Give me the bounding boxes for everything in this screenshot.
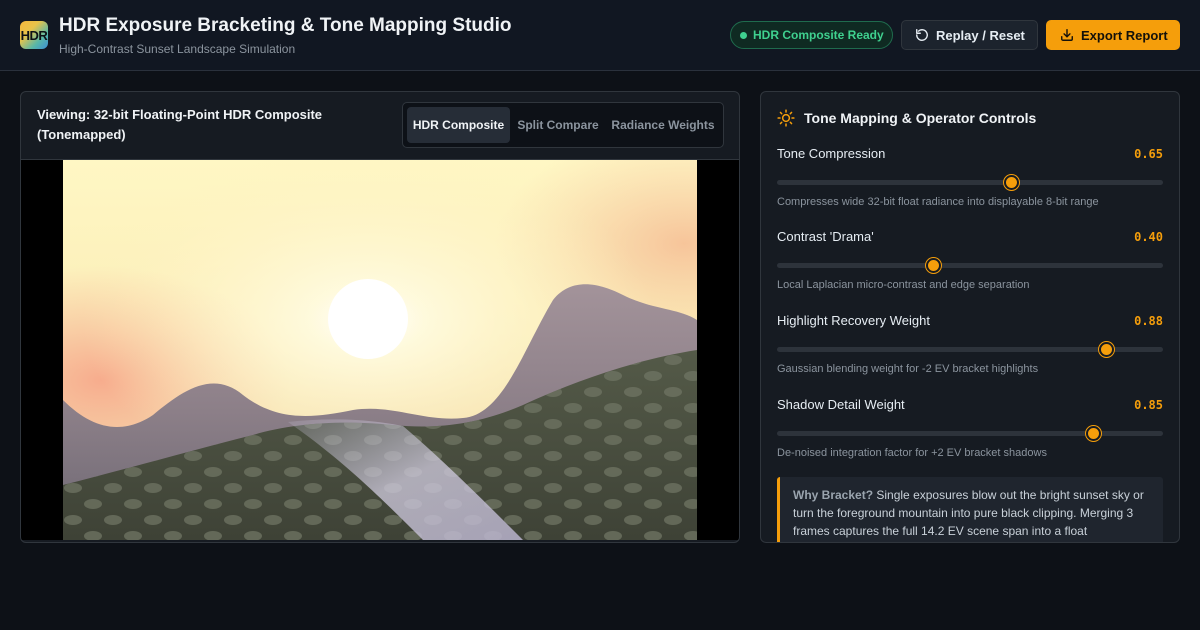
shadow-detail-desc: De-noised integration factor for +2 EV b… <box>777 447 1047 459</box>
highlight-recovery-label: Highlight Recovery Weight <box>777 313 930 328</box>
export-report-button[interactable]: Export Report <box>1046 20 1180 50</box>
rotate-ccw-icon <box>916 29 928 41</box>
contrast-drama-slider[interactable] <box>777 258 1163 273</box>
shadow-detail-value: 0.85 <box>1134 398 1163 412</box>
shadow-detail-control: Shadow Detail Weight 0.85 De-noised inte… <box>777 397 1163 467</box>
controls-header: Tone Mapping & Operator Controls <box>777 109 1036 127</box>
shadow-detail-thumb[interactable] <box>1085 426 1101 441</box>
status-badge: HDR Composite Ready <box>730 21 893 49</box>
export-label: Export Report <box>1081 27 1168 43</box>
why-bracket-info: Why Bracket? Single exposures blow out t… <box>777 477 1163 542</box>
contrast-drama-label: Contrast 'Drama' <box>777 229 874 244</box>
image-stage <box>21 159 739 540</box>
highlight-recovery-thumb[interactable] <box>1098 342 1114 357</box>
contrast-drama-value: 0.40 <box>1134 230 1163 244</box>
tone-compression-control: Tone Compression 0.65 Compresses wide 32… <box>777 146 1163 216</box>
tone-mapping-controls-panel: Tone Mapping & Operator Controls Tone Co… <box>760 91 1180 543</box>
tone-compression-thumb[interactable] <box>1003 175 1019 190</box>
download-icon <box>1061 29 1073 41</box>
tab-hdr-composite[interactable]: HDR Composite <box>407 107 510 143</box>
info-heading: Why Bracket? <box>793 488 874 502</box>
hdr-logo: HDR <box>20 21 48 49</box>
page-subtitle: High-Contrast Sunset Landscape Simulatio… <box>59 42 296 56</box>
tone-compression-slider[interactable] <box>777 175 1163 190</box>
contrast-drama-desc: Local Laplacian micro-contrast and edge … <box>777 279 1030 291</box>
controls-title: Tone Mapping & Operator Controls <box>804 110 1037 126</box>
replay-label: Replay / Reset <box>936 27 1025 43</box>
tone-compression-desc: Compresses wide 32-bit float radiance in… <box>777 196 1099 208</box>
hdr-sunset-image <box>63 160 697 540</box>
highlight-recovery-control: Highlight Recovery Weight 0.88 Gaussian … <box>777 313 1163 383</box>
status-dot-icon <box>740 31 747 39</box>
tab-radiance-weights[interactable]: Radiance Weights <box>608 107 718 143</box>
shadow-detail-slider[interactable] <box>777 426 1163 441</box>
app-header: HDR HDR Exposure Bracketing & Tone Mappi… <box>0 0 1200 71</box>
highlight-recovery-value: 0.88 <box>1134 314 1163 328</box>
shadow-detail-label: Shadow Detail Weight <box>777 397 905 412</box>
highlight-recovery-desc: Gaussian blending weight for -2 EV brack… <box>777 363 1039 375</box>
contrast-drama-thumb[interactable] <box>926 258 942 273</box>
status-text: HDR Composite Ready <box>753 28 884 42</box>
contrast-drama-control: Contrast 'Drama' 0.40 Local Laplacian mi… <box>777 229 1163 299</box>
tab-split-compare[interactable]: Split Compare <box>510 107 606 143</box>
viewer-title: Viewing: 32-bit Floating-Point HDR Compo… <box>37 107 323 142</box>
page-title: HDR Exposure Bracketing & Tone Mapping S… <box>59 15 512 36</box>
tone-compression-label: Tone Compression <box>777 146 886 161</box>
hdr-viewer-panel: Viewing: 32-bit Floating-Point HDR Compo… <box>20 91 740 543</box>
highlight-recovery-slider[interactable] <box>777 342 1163 357</box>
tone-compression-value: 0.65 <box>1134 147 1163 161</box>
sun-icon <box>777 109 795 127</box>
view-mode-tabs: HDR Composite Split Compare Radiance Wei… <box>402 102 724 148</box>
replay-reset-button[interactable]: Replay / Reset <box>901 20 1038 50</box>
